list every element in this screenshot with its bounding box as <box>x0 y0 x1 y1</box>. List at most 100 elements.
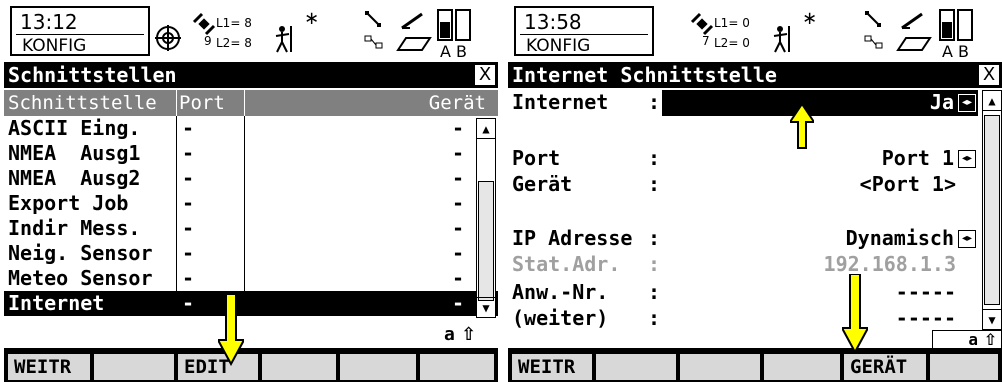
settings-form: Internet: Ja ◂▸ Port: Port 1 ◂▸ Gerät: <Port 1>… <box>508 88 1002 348</box>
field-label: IP Adresse <box>512 226 633 250</box>
port-value: - <box>182 141 195 165</box>
field-separator: : <box>648 280 661 304</box>
table-row[interactable]: NMEA Ausg2 - - <box>4 166 474 191</box>
softkey-weitr[interactable]: WEITR <box>510 352 594 382</box>
field-label: Port <box>512 146 561 170</box>
annotation-arrow-down <box>842 274 868 354</box>
table-row[interactable]: ASCII Eing. - - <box>4 116 474 141</box>
field-separator: : <box>648 90 661 114</box>
softkey-6[interactable] <box>418 352 496 382</box>
softkey-geraet[interactable]: GERÄT <box>842 352 928 382</box>
interface-table: ASCII Eing. - - NMEA Ausg1- - NMEA Ausg2- - Exp… <box>4 116 498 348</box>
scroll-up-button[interactable]: ▲ <box>477 119 495 139</box>
bluetooth-icon: ∗ <box>802 8 818 29</box>
port-value: - <box>182 291 195 315</box>
field-row[interactable]: IP Adresse: Dynamisch ◂▸ <box>508 226 978 252</box>
title-text: Internet Schnittstelle <box>512 63 777 87</box>
field-separator: : <box>648 252 661 276</box>
interface-name: Neig. Sensor <box>8 241 153 265</box>
scroll-down-button[interactable]: ▼ <box>477 297 495 317</box>
case-indicator: A B <box>942 42 970 61</box>
clock: 13:12 <box>20 10 78 34</box>
device-value: - <box>451 291 464 315</box>
field-value: ----- <box>895 280 956 304</box>
table-row[interactable]: Indir Mess. - - <box>4 216 474 241</box>
scroll-down-button[interactable]: ▼ <box>983 309 1001 329</box>
interface-name: Indir Mess. <box>8 216 141 240</box>
device-value: - <box>451 141 464 165</box>
softkey-3[interactable] <box>678 352 762 382</box>
field-label: (weiter) <box>512 306 609 330</box>
network-icon <box>364 35 383 49</box>
table-row[interactable]: NMEA Ausg1 - - <box>4 141 474 166</box>
mode-label: KONFIG <box>22 36 87 56</box>
crosshair-icon <box>155 25 181 51</box>
annotation-arrow-up <box>790 104 814 149</box>
satellite-icon <box>690 12 714 36</box>
field-row[interactable]: Gerät: <Port 1> <box>508 172 978 198</box>
field-row[interactable]: Port: Port 1 ◂▸ <box>508 146 978 172</box>
scrollbar[interactable]: ▲ ▼ <box>982 90 1002 330</box>
field-label: Anw.-Nr. <box>512 280 609 304</box>
field-separator: : <box>648 306 661 330</box>
sat-count: 7 <box>702 34 710 48</box>
battery-icon <box>437 9 471 41</box>
interface-name: NMEA Ausg2 <box>8 166 141 190</box>
softkey-5[interactable] <box>338 352 418 382</box>
link-icon <box>865 11 881 27</box>
l2-count: L2= 8 <box>216 36 252 50</box>
l1-count: L1= 0 <box>714 16 750 30</box>
rover-person-icon <box>773 26 790 53</box>
port-value: - <box>182 116 195 140</box>
close-button[interactable]: X <box>474 64 496 86</box>
scrollbar[interactable]: ▲ ▼ <box>476 118 496 318</box>
device-value: - <box>451 216 464 240</box>
softkey-4[interactable] <box>260 352 338 382</box>
interface-name: Internet <box>8 291 105 315</box>
field-row[interactable]: Anw.-Nr.: ----- <box>508 280 978 306</box>
battery-icon <box>939 9 973 41</box>
field-label: Gerät <box>512 172 573 196</box>
screen-interfaces: 13:12 KONFIG L1= 8 9 L2= 8 ∗ A B Schnitt… <box>4 0 498 382</box>
softkey-weitr[interactable]: WEITR <box>6 352 92 382</box>
choice-arrows-icon[interactable]: ◂▸ <box>958 94 976 112</box>
stylus-icon <box>401 12 423 30</box>
choice-arrows-icon[interactable]: ◂▸ <box>958 230 976 248</box>
field-label: Internet <box>512 90 609 114</box>
table-row[interactable]: Neig. Sensor - - <box>4 241 474 266</box>
field-row[interactable]: (weiter): ----- <box>508 306 978 332</box>
softkey-2[interactable] <box>594 352 678 382</box>
field-value: <Port 1> <box>859 172 956 196</box>
device-value: - <box>451 166 464 190</box>
link-icon <box>365 11 381 27</box>
softkey-4[interactable] <box>762 352 842 382</box>
interface-name: ASCII Eing. <box>8 116 141 140</box>
field-value: Port 1 <box>881 146 954 170</box>
choice-arrows-icon[interactable]: ◂▸ <box>958 150 976 168</box>
close-button[interactable]: X <box>978 64 1000 86</box>
scroll-thumb[interactable] <box>984 115 1000 305</box>
sat-count: 9 <box>204 34 212 48</box>
scroll-thumb[interactable] <box>478 181 494 301</box>
table-header: Schnittstelle Port Gerät <box>4 90 498 116</box>
dialog-title: Internet Schnittstelle X <box>508 62 1002 88</box>
field-row[interactable]: Stat.Adr.:192.168.1.3 <box>508 252 978 278</box>
port-value: - <box>182 266 195 290</box>
stylus-icon <box>901 12 923 30</box>
table-row[interactable]: Internet - - <box>4 291 498 316</box>
softkey-6[interactable] <box>928 352 1000 382</box>
field-separator: : <box>648 146 661 170</box>
port-value: - <box>182 241 195 265</box>
field-separator: : <box>648 172 661 196</box>
table-row[interactable]: Meteo Sensor - - <box>4 266 474 291</box>
rover-person-icon <box>275 26 292 53</box>
table-row[interactable]: Export Job - - <box>4 191 474 216</box>
col-port-header: Port <box>179 92 225 114</box>
interface-name: NMEA Ausg1 <box>8 141 141 165</box>
status-bar: 13:58 KONFIG L1= 0 7 L2= 0 ∗ A B <box>508 0 1002 62</box>
scroll-up-button[interactable]: ▲ <box>983 91 1001 111</box>
softkey-2[interactable] <box>92 352 176 382</box>
satellite-icon <box>192 12 216 36</box>
status-bar: 13:12 KONFIG L1= 8 9 L2= 8 ∗ A B <box>4 0 498 62</box>
field-row[interactable]: Internet: Ja ◂▸ <box>508 90 978 116</box>
